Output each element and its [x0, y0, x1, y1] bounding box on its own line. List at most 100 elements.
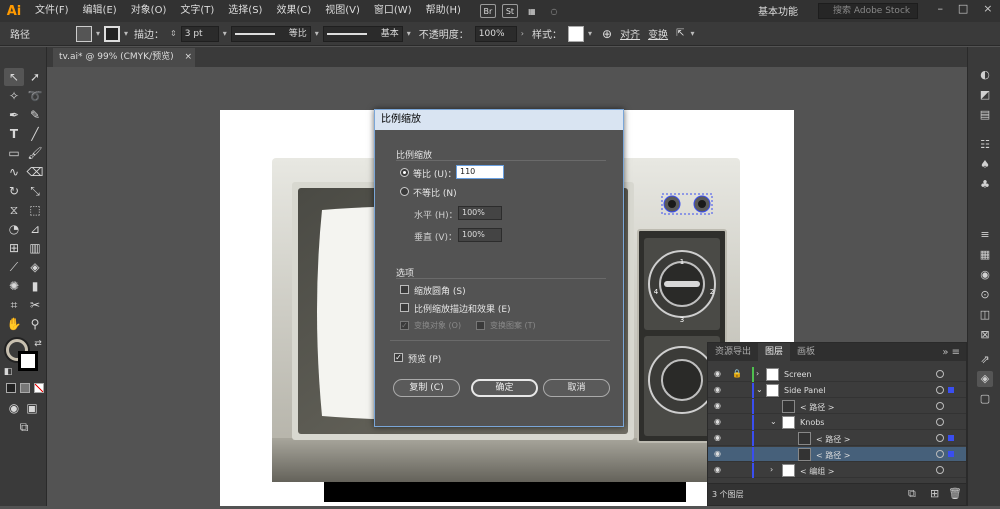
target-icon[interactable]: [936, 402, 944, 410]
stroke-color-icon[interactable]: [18, 351, 38, 371]
target-icon[interactable]: [936, 466, 944, 474]
layer-row[interactable]: ◉ ⌄ Knobs: [708, 415, 966, 430]
visibility-icon[interactable]: ◉: [714, 386, 724, 394]
draw-mode-icon[interactable]: ◉: [4, 399, 24, 417]
expand-arrow-icon[interactable]: ⌄: [756, 385, 763, 394]
free-transform-icon[interactable]: ⬚: [25, 201, 45, 219]
direct-selection-tool-icon[interactable]: ➚: [25, 68, 45, 86]
rectangle-tool-icon[interactable]: ▭: [4, 144, 24, 162]
lasso-icon[interactable]: ➰: [25, 87, 45, 105]
target-icon[interactable]: [936, 434, 944, 442]
chevron-down-icon[interactable]: ▾: [96, 29, 100, 38]
pathfinder-icon[interactable]: ◫: [977, 307, 993, 323]
tab-asset-export[interactable]: 资源导出: [708, 343, 758, 361]
paintbrush-icon[interactable]: 🖌: [25, 144, 45, 162]
zoom-tool-icon[interactable]: ⚲: [25, 315, 45, 333]
default-colors-icon[interactable]: ◧: [2, 363, 14, 381]
artboards-icon[interactable]: ⊠: [977, 327, 993, 343]
scale-strokes-checkbox[interactable]: [400, 303, 409, 312]
appearance-icon[interactable]: ▤: [977, 107, 993, 123]
symbols-icon[interactable]: ♣: [977, 177, 993, 193]
eyedropper-icon[interactable]: ⟋: [4, 258, 24, 276]
pen-tool-icon[interactable]: ✒: [4, 106, 24, 124]
layer-row[interactable]: ◉ < 路径 >: [708, 399, 966, 414]
chevron-down-icon[interactable]: ▾: [588, 29, 592, 38]
artboard-tool-icon[interactable]: ⌗: [4, 296, 24, 314]
layer-row[interactable]: ◉ < 路径 >: [708, 431, 966, 446]
bridge-icon[interactable]: Br: [479, 4, 496, 18]
minimize-icon[interactable]: –: [937, 2, 943, 15]
copy-button[interactable]: 复制 (C): [393, 379, 460, 397]
tab-artboards[interactable]: 画板: [790, 343, 822, 361]
hand-tool-icon[interactable]: ✋: [4, 315, 24, 333]
transform-options-icon[interactable]: ⇱: [676, 28, 684, 39]
scale-tool-icon[interactable]: ⤡: [25, 182, 45, 200]
curvature-tool-icon[interactable]: ✎: [25, 106, 45, 124]
visibility-icon[interactable]: ◉: [714, 418, 724, 426]
draw-behind-icon[interactable]: ▣: [22, 399, 42, 417]
type-tool-icon[interactable]: T: [4, 125, 24, 143]
layer-row[interactable]: ◉ 🔒 › Screen: [708, 367, 966, 382]
visibility-icon[interactable]: ◉: [714, 370, 724, 378]
chevron-right-icon[interactable]: ›: [521, 29, 524, 38]
gradient-mode-icon[interactable]: [20, 383, 30, 393]
menu-file[interactable]: 文件(F): [28, 0, 76, 22]
artboard-panel-icon[interactable]: ▢: [977, 391, 993, 407]
menu-type[interactable]: 文字(T): [173, 0, 221, 22]
brush-definition[interactable]: 基本: [322, 25, 403, 42]
align-button[interactable]: 对齐: [620, 26, 640, 41]
stroke-label[interactable]: 描边：: [134, 26, 164, 41]
maximize-icon[interactable]: □: [958, 2, 968, 15]
links-icon[interactable]: ⊙: [977, 287, 993, 303]
lock-icon[interactable]: 🔒: [732, 369, 742, 378]
scale-corners-checkbox[interactable]: [400, 285, 409, 294]
gpu-performance-icon[interactable]: ◌: [546, 4, 562, 18]
shaper-tool-icon[interactable]: ∿: [4, 163, 24, 181]
perspective-grid-icon[interactable]: ⊿: [25, 220, 45, 238]
uniform-radio[interactable]: [400, 168, 409, 177]
chevron-down-icon[interactable]: ▾: [223, 29, 227, 38]
rotate-tool-icon[interactable]: ↻: [4, 182, 24, 200]
selection-tool-icon[interactable]: ↖: [4, 68, 24, 86]
layer-row-selected[interactable]: ◉ < 路径 >: [708, 447, 966, 462]
chevron-down-icon[interactable]: ▾: [315, 29, 319, 38]
swap-colors-icon[interactable]: ⇄: [32, 335, 44, 353]
trash-icon[interactable]: 🗑: [948, 487, 962, 500]
chevron-down-icon[interactable]: ▾: [407, 29, 411, 38]
color-guide-icon[interactable]: ◩: [977, 87, 993, 103]
target-icon[interactable]: [936, 418, 944, 426]
preview-checkbox[interactable]: ✓: [394, 353, 403, 362]
slice-tool-icon[interactable]: ✂: [25, 296, 45, 314]
close-icon[interactable]: ×: [983, 2, 992, 15]
menu-help[interactable]: 帮助(H): [419, 0, 468, 22]
chevron-down-icon[interactable]: ▾: [124, 29, 128, 38]
chevron-down-icon[interactable]: ▾: [690, 29, 694, 38]
new-layer-icon[interactable]: ⊞: [930, 487, 939, 500]
menu-select[interactable]: 选择(S): [221, 0, 269, 22]
stock-search-input[interactable]: 搜索 Adobe Stock: [818, 3, 918, 19]
blend-tool-icon[interactable]: ◈: [25, 258, 45, 276]
visibility-icon[interactable]: ◉: [714, 466, 724, 474]
visibility-icon[interactable]: ◉: [714, 434, 724, 442]
symbol-sprayer-icon[interactable]: ✺: [4, 277, 24, 295]
document-tab[interactable]: tv.ai* @ 99% (CMYK/预览) ×: [53, 48, 195, 67]
eraser-icon[interactable]: ⌫: [25, 163, 45, 181]
visibility-icon[interactable]: ◉: [714, 402, 724, 410]
expand-arrow-icon[interactable]: ›: [770, 465, 773, 474]
target-icon[interactable]: [936, 370, 944, 378]
vertical-scale-input[interactable]: 100%: [458, 228, 502, 242]
cancel-button[interactable]: 取消: [543, 379, 610, 397]
recolor-icon[interactable]: ⊕: [602, 27, 612, 41]
menu-object[interactable]: 对象(O): [124, 0, 174, 22]
stroke-panel-icon[interactable]: ≡: [977, 227, 993, 243]
line-tool-icon[interactable]: ╱: [25, 125, 45, 143]
screen-mode-icon[interactable]: ⧉: [14, 418, 34, 436]
grid-layout-icon[interactable]: ▦: [524, 4, 540, 18]
opacity-input[interactable]: 100%: [474, 25, 517, 42]
brushes-icon[interactable]: ♠: [977, 157, 993, 173]
export-icon[interactable]: ⇗: [977, 352, 993, 368]
stock-icon[interactable]: St: [501, 4, 518, 18]
shape-builder-icon[interactable]: ◔: [4, 220, 24, 238]
stroke-weight-input[interactable]: 3 pt: [180, 25, 219, 42]
expand-arrow-icon[interactable]: ⌄: [770, 417, 777, 426]
